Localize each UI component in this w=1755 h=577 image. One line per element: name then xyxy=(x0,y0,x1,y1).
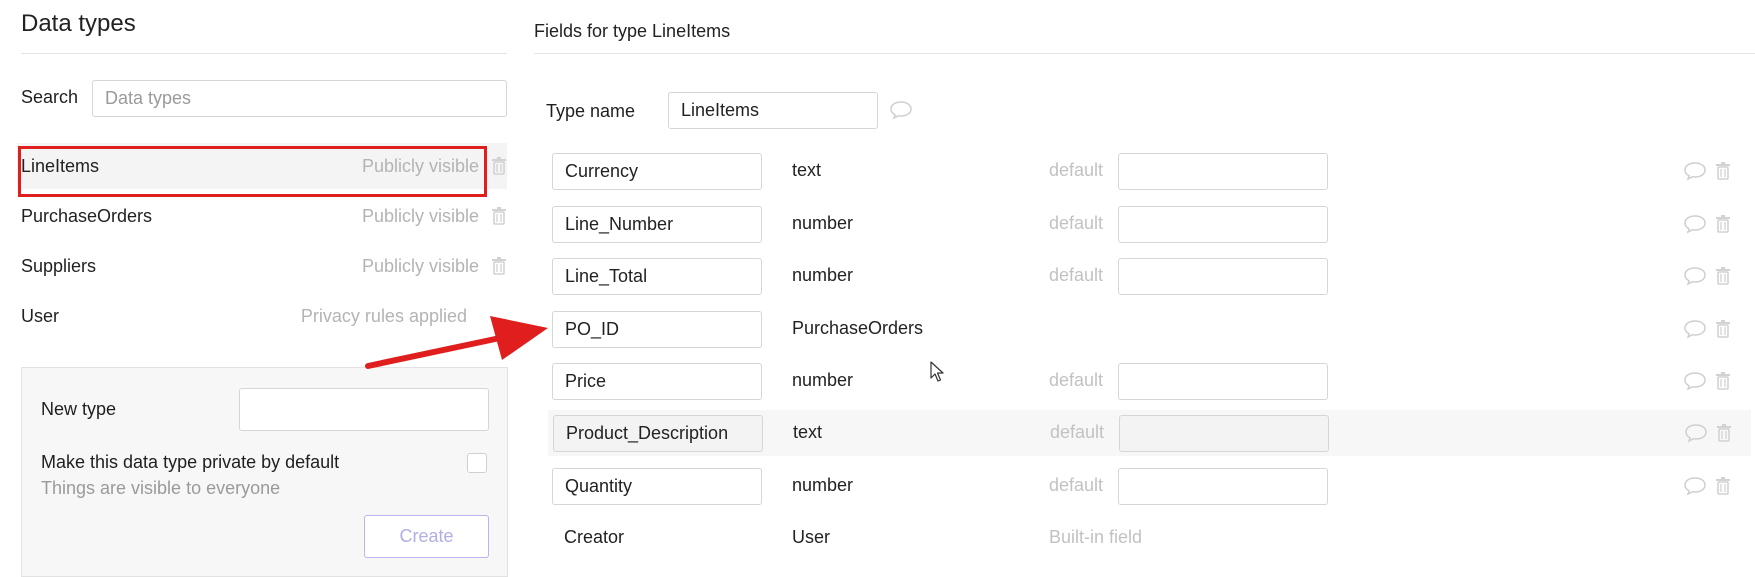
row-actions xyxy=(1683,161,1731,186)
comment-bubble-icon[interactable] xyxy=(1683,266,1707,291)
comment-bubble-icon[interactable] xyxy=(889,100,913,120)
row-actions xyxy=(1683,476,1731,501)
trash-icon[interactable] xyxy=(1716,424,1732,447)
field-type: number xyxy=(792,475,854,495)
comment-bubble-icon[interactable] xyxy=(1683,161,1707,186)
right-divider xyxy=(534,53,1755,54)
default-value-input[interactable] xyxy=(1118,468,1328,505)
field-name-input[interactable]: Line_Number xyxy=(552,206,762,243)
default-value-input[interactable] xyxy=(1118,206,1328,243)
search-input[interactable] xyxy=(92,80,507,117)
trash-icon[interactable] xyxy=(491,207,507,225)
default-label: default xyxy=(1049,370,1104,390)
data-types-title: Data types xyxy=(21,10,136,37)
trash-icon[interactable] xyxy=(1715,162,1731,185)
built-in-field-note: Built-in field xyxy=(1049,527,1143,547)
field-row-line-total: Line_Total number default xyxy=(547,253,1747,299)
red-arrow-annotation xyxy=(365,316,548,369)
type-row-suppliers[interactable]: Suppliers Publicly visible xyxy=(21,243,507,289)
comment-bubble-icon[interactable] xyxy=(1683,214,1707,239)
mouse-cursor-icon xyxy=(930,361,944,382)
comment-bubble-icon[interactable] xyxy=(1683,476,1707,501)
row-actions xyxy=(1683,319,1731,344)
default-label: default xyxy=(1049,213,1104,233)
field-type: number xyxy=(792,213,854,233)
row-actions xyxy=(1683,266,1731,291)
row-actions xyxy=(1683,214,1731,239)
new-type-input[interactable] xyxy=(239,388,489,431)
field-type: number xyxy=(792,265,854,285)
trash-icon[interactable] xyxy=(1715,477,1731,500)
type-name-label: Type name xyxy=(546,101,636,121)
private-default-checkbox[interactable] xyxy=(467,453,487,473)
comment-bubble-icon[interactable] xyxy=(1683,371,1707,396)
trash-icon[interactable] xyxy=(491,157,507,175)
field-name-input[interactable]: Product_Description xyxy=(553,415,763,452)
trash-icon[interactable] xyxy=(1715,372,1731,395)
field-row-creator: Creator User Built-in field xyxy=(547,515,1747,561)
private-default-sublabel: Things are visible to everyone xyxy=(41,478,281,498)
field-name: Creator xyxy=(564,527,625,547)
default-value-input[interactable] xyxy=(1118,258,1328,295)
field-type: text xyxy=(793,422,823,442)
row-actions xyxy=(1683,371,1731,396)
default-label: default xyxy=(1049,160,1104,180)
field-name-input[interactable]: PO_ID xyxy=(552,311,762,348)
left-divider xyxy=(21,53,507,54)
search-label: Search xyxy=(21,87,79,107)
trash-icon[interactable] xyxy=(1715,215,1731,238)
field-row-po-id: PO_ID PurchaseOrders xyxy=(547,306,1747,352)
field-row-currency: Currency text default xyxy=(547,148,1747,194)
type-row-purchaseorders[interactable]: PurchaseOrders Publicly visible xyxy=(21,193,507,239)
field-name-input[interactable]: Quantity xyxy=(552,468,762,505)
type-name: User xyxy=(21,305,60,326)
default-label: default xyxy=(1049,475,1104,495)
field-name-input[interactable]: Currency xyxy=(552,153,762,190)
fields-title: Fields for type LineItems xyxy=(534,21,731,41)
type-name: Suppliers xyxy=(21,255,97,276)
create-button[interactable]: Create xyxy=(364,515,489,558)
field-row-product-description: Product_Description text default xyxy=(548,410,1751,456)
field-type: PurchaseOrders xyxy=(792,318,924,338)
default-label: default xyxy=(1049,265,1104,285)
type-status: Publicly visible xyxy=(361,255,479,276)
field-type: number xyxy=(792,370,854,390)
field-type: text xyxy=(792,160,822,180)
field-type: User xyxy=(792,527,831,547)
field-row-quantity: Quantity number default xyxy=(547,463,1747,509)
highlight-box-annotation xyxy=(18,146,487,197)
comment-bubble-icon[interactable] xyxy=(1683,319,1707,344)
default-value-input[interactable] xyxy=(1119,415,1329,452)
row-actions xyxy=(1684,423,1732,448)
field-row-line-number: Line_Number number default xyxy=(547,201,1747,247)
trash-icon[interactable] xyxy=(491,257,507,275)
field-name-input[interactable]: Price xyxy=(552,363,762,400)
new-type-label: New type xyxy=(41,399,117,419)
field-name-input[interactable]: Line_Total xyxy=(552,258,762,295)
type-name: PurchaseOrders xyxy=(21,205,153,226)
trash-icon[interactable] xyxy=(1715,267,1731,290)
type-status: Publicly visible xyxy=(361,205,479,226)
comment-bubble-icon[interactable] xyxy=(1684,423,1708,448)
default-value-input[interactable] xyxy=(1118,363,1328,400)
default-value-input[interactable] xyxy=(1118,153,1328,190)
type-name-input[interactable]: LineItems xyxy=(668,92,878,129)
default-label: default xyxy=(1050,422,1105,442)
field-row-price: Price number default xyxy=(547,358,1747,404)
private-default-label: Make this data type private by default xyxy=(41,452,340,472)
trash-icon[interactable] xyxy=(1715,320,1731,343)
